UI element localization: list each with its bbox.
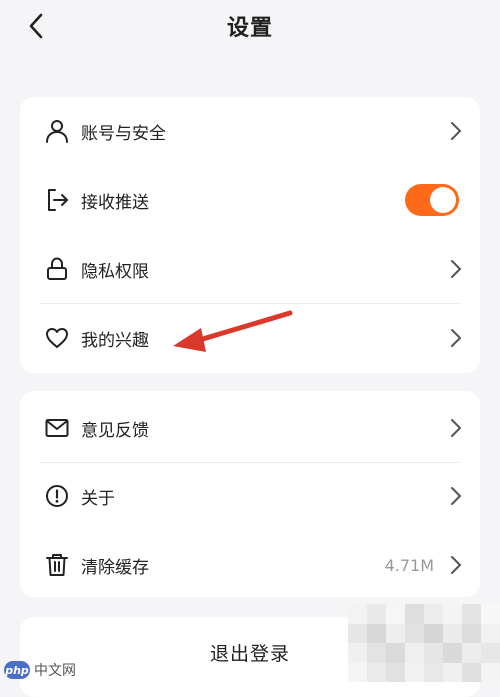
lock-icon bbox=[43, 255, 71, 283]
chevron-right-icon bbox=[448, 328, 464, 348]
chevron-right-icon bbox=[448, 555, 464, 575]
pixelated-blur-patch bbox=[348, 604, 500, 682]
trash-icon bbox=[43, 551, 71, 579]
chevron-right-icon bbox=[448, 121, 464, 141]
watermark-text: 中文网 bbox=[34, 663, 76, 679]
settings-item-push-notifications[interactable]: 接收推送 bbox=[20, 166, 480, 234]
settings-item-my-interests[interactable]: 我的兴趣 bbox=[20, 304, 480, 372]
site-watermark: php 中文网 bbox=[4, 659, 76, 681]
mail-icon bbox=[43, 414, 71, 442]
settings-item-clear-cache[interactable]: 清除缓存 4.71M bbox=[20, 531, 480, 599]
chevron-right-icon bbox=[448, 259, 464, 279]
settings-item-account-security[interactable]: 账号与安全 bbox=[20, 97, 480, 165]
chevron-right-icon bbox=[448, 418, 464, 438]
settings-item-label: 账号与安全 bbox=[81, 123, 166, 144]
settings-item-feedback[interactable]: 意见反馈 bbox=[20, 394, 480, 462]
user-icon bbox=[43, 117, 71, 145]
cache-size-value: 4.71M bbox=[384, 555, 434, 575]
toggle-knob bbox=[430, 187, 456, 213]
logout-arrow-icon bbox=[43, 186, 71, 214]
chevron-right-icon bbox=[448, 486, 464, 506]
heart-icon bbox=[43, 324, 71, 352]
top-bar: 设置 bbox=[0, 0, 500, 52]
settings-item-label: 清除缓存 bbox=[81, 557, 149, 578]
settings-item-label: 接收推送 bbox=[81, 192, 149, 213]
info-circle-icon bbox=[43, 482, 71, 510]
settings-item-label: 意见反馈 bbox=[81, 420, 149, 441]
settings-item-label: 我的兴趣 bbox=[81, 330, 149, 351]
settings-item-privacy[interactable]: 隐私权限 bbox=[20, 235, 480, 303]
settings-item-about[interactable]: 关于 bbox=[20, 462, 480, 530]
settings-group-account: 账号与安全 接收推送 隐私权限 我的兴趣 bbox=[20, 97, 480, 373]
watermark-badge: php bbox=[4, 661, 30, 679]
settings-group-support: 意见反馈 关于 清除缓存 4.71M bbox=[20, 391, 480, 597]
settings-item-label: 隐私权限 bbox=[81, 261, 149, 282]
settings-item-label: 关于 bbox=[81, 488, 115, 509]
push-toggle-switch[interactable] bbox=[405, 184, 459, 216]
page-title: 设置 bbox=[226, 16, 273, 41]
